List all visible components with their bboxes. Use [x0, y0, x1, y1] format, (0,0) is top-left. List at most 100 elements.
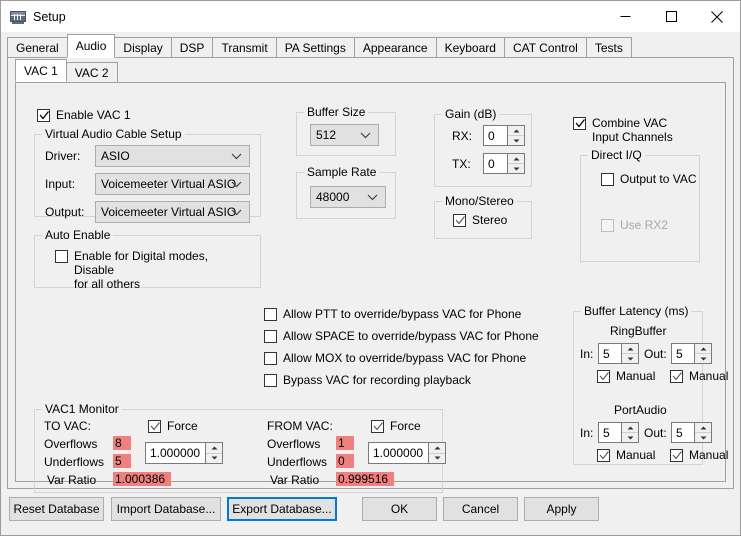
- title-bar: Setup: [1, 1, 740, 32]
- port-out-manual-label: Manual: [689, 448, 729, 462]
- spinner-down-icon[interactable]: [429, 452, 445, 464]
- spinner-down-icon[interactable]: [695, 432, 711, 442]
- button-label: Apply: [546, 502, 577, 516]
- input-combo[interactable]: Voicemeeter Virtual ASIO: [95, 173, 250, 195]
- ring-out-label: Out:: [644, 347, 667, 361]
- minimize-icon[interactable]: [602, 1, 648, 32]
- auto-enable-title: Auto Enable: [42, 228, 114, 242]
- spinner-down-icon[interactable]: [508, 135, 524, 145]
- check-tick-icon: [150, 421, 161, 435]
- ring-out-spinner[interactable]: [694, 344, 711, 363]
- import-database-button[interactable]: Import Database...: [111, 497, 221, 521]
- gain-rx-spinner[interactable]: [507, 126, 524, 145]
- ring-in-spinner[interactable]: [621, 344, 638, 363]
- allow-space-override-checkbox[interactable]: Allow SPACE to override/bypass VAC for P…: [264, 329, 539, 343]
- spinner-up-icon[interactable]: [622, 344, 638, 353]
- driver-combo[interactable]: ASIO: [95, 145, 250, 167]
- spinner-down-icon[interactable]: [622, 432, 638, 442]
- tab-dsp[interactable]: DSP: [170, 37, 214, 58]
- app-icon: [10, 9, 26, 25]
- spinner-up-icon[interactable]: [429, 443, 445, 453]
- from-vac-force-value: 1.000000: [373, 446, 424, 460]
- spinner-up-icon[interactable]: [206, 443, 222, 453]
- port-out-manual-checkbox[interactable]: Manual: [670, 448, 728, 462]
- to-vac-force-field[interactable]: 1.000000: [145, 442, 223, 464]
- enable-vac1-label: Enable VAC 1: [56, 108, 131, 122]
- bypass-vac-recording-checkbox[interactable]: Bypass VAC for recording playback: [264, 373, 471, 387]
- gain-tx-spinner[interactable]: [507, 154, 524, 173]
- gain-tx-field[interactable]: 0: [483, 153, 525, 174]
- sample-rate-value: 48000: [316, 190, 350, 204]
- spinner-up-icon[interactable]: [695, 423, 711, 432]
- from-vac-force-field[interactable]: 1.000000: [368, 442, 446, 464]
- tab-audio[interactable]: Audio: [66, 34, 116, 58]
- tab-transmit[interactable]: Transmit: [212, 37, 277, 58]
- tab-appearance[interactable]: Appearance: [353, 37, 437, 58]
- tab-keyboard[interactable]: Keyboard: [435, 37, 505, 58]
- spinner-down-icon[interactable]: [622, 353, 638, 363]
- from-vac-force-checkbox[interactable]: Force: [371, 419, 421, 433]
- export-database-button[interactable]: Export Database...: [227, 497, 337, 521]
- ring-out-manual-checkbox[interactable]: Manual: [670, 369, 728, 383]
- combine-vac-checkbox[interactable]: Combine VAC Input Channels: [573, 116, 693, 144]
- tab-display[interactable]: Display: [114, 37, 172, 58]
- tab-tests[interactable]: Tests: [585, 37, 632, 58]
- stereo-checkbox[interactable]: Stereo: [453, 213, 507, 227]
- spinner-up-icon[interactable]: [508, 126, 524, 135]
- maximize-icon[interactable]: [648, 1, 694, 32]
- output-combo[interactable]: Voicemeeter Virtual ASIO: [95, 201, 250, 223]
- gain-rx-field[interactable]: 0: [483, 125, 525, 146]
- check-tick-icon: [39, 110, 50, 124]
- from-vac-underflows-label: Underflows: [267, 455, 328, 469]
- allow-ptt-override-label: Allow PTT to override/bypass VAC for Pho…: [283, 307, 522, 321]
- port-in-spinner[interactable]: [621, 423, 638, 442]
- checkbox-box: [264, 374, 277, 387]
- tab-cat-control[interactable]: CAT Control: [503, 37, 587, 58]
- cancel-button[interactable]: Cancel: [443, 497, 518, 521]
- input-label: Input:: [45, 177, 76, 191]
- direct-iq-group: Direct I/Q Output to VAC Use RX2: [580, 148, 700, 262]
- checkbox-box: [37, 109, 50, 122]
- tab-pa-settings[interactable]: PA Settings: [275, 37, 355, 58]
- port-in-manual-checkbox[interactable]: Manual: [597, 448, 655, 462]
- buffer-size-combo[interactable]: 512: [310, 124, 379, 146]
- port-out-spinner[interactable]: [694, 423, 711, 442]
- gain-rx-label: RX:: [452, 129, 473, 143]
- chevron-down-icon: [231, 149, 242, 163]
- check-tick-icon: [672, 371, 683, 385]
- apply-button[interactable]: Apply: [524, 497, 599, 521]
- port-out-label: Out:: [644, 426, 667, 440]
- subtab-vac2[interactable]: VAC 2: [65, 62, 118, 82]
- to-vac-force-spinner[interactable]: [205, 443, 222, 463]
- spinner-up-icon[interactable]: [508, 154, 524, 163]
- checkbox-box: [601, 173, 614, 186]
- close-icon[interactable]: [694, 1, 740, 32]
- use-rx2-checkbox[interactable]: Use RX2: [601, 218, 668, 232]
- port-in-field[interactable]: 5: [598, 422, 639, 443]
- window-controls: [602, 1, 740, 32]
- output-to-vac-checkbox[interactable]: Output to VAC: [601, 172, 696, 186]
- ring-in-field[interactable]: 5: [598, 343, 639, 364]
- spinner-down-icon[interactable]: [508, 163, 524, 173]
- to-vac-overflows-label: Overflows: [44, 437, 98, 451]
- subtab-vac1[interactable]: VAC 1: [15, 59, 67, 82]
- spinner-down-icon[interactable]: [695, 353, 711, 363]
- output-value: Voicemeeter Virtual ASIO: [101, 205, 237, 219]
- port-out-field[interactable]: 5: [671, 422, 712, 443]
- tab-general[interactable]: General: [7, 37, 68, 58]
- sample-rate-combo[interactable]: 48000: [310, 186, 386, 208]
- reset-database-button[interactable]: Reset Database: [9, 497, 104, 521]
- enable-vac1-checkbox[interactable]: Enable VAC 1: [37, 108, 131, 122]
- ring-in-manual-checkbox[interactable]: Manual: [597, 369, 655, 383]
- to-vac-underflows-value: 5: [113, 454, 131, 468]
- ring-out-field[interactable]: 5: [671, 343, 712, 364]
- to-vac-force-checkbox[interactable]: Force: [148, 419, 198, 433]
- allow-mox-override-checkbox[interactable]: Allow MOX to override/bypass VAC for Pho…: [264, 351, 526, 365]
- from-vac-force-spinner[interactable]: [428, 443, 445, 463]
- spinner-down-icon[interactable]: [206, 452, 222, 464]
- auto-enable-checkbox[interactable]: Enable for Digital modes, Disable for al…: [55, 249, 250, 291]
- allow-ptt-override-checkbox[interactable]: Allow PTT to override/bypass VAC for Pho…: [264, 307, 521, 321]
- spinner-up-icon[interactable]: [695, 344, 711, 353]
- ok-button[interactable]: OK: [362, 497, 437, 521]
- spinner-up-icon[interactable]: [622, 423, 638, 432]
